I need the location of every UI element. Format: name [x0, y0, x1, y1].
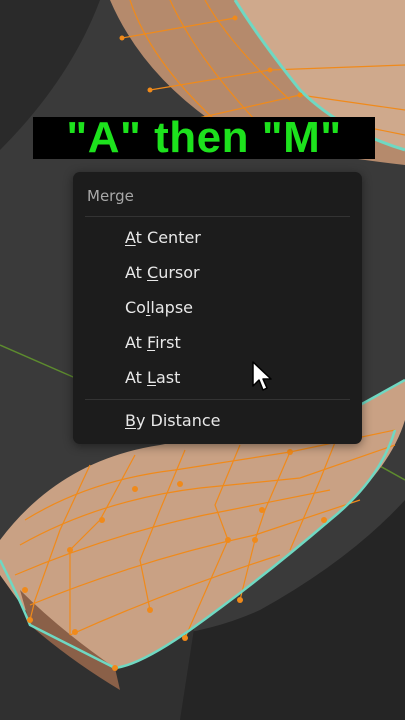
item-text: ursor [158, 263, 200, 282]
item-hotkey: C [147, 263, 159, 282]
item-text: lapse [150, 298, 194, 317]
menu-item-at-last[interactable]: At Last [125, 368, 180, 388]
item-hotkey: A [125, 228, 136, 247]
item-text: y Distance [135, 411, 221, 430]
item-text: Co [125, 298, 146, 317]
menu-item-at-first[interactable]: At First [125, 333, 181, 353]
item-text: irst [155, 333, 181, 352]
item-text: At [125, 333, 148, 352]
item-text: ast [155, 368, 181, 387]
menu-item-at-cursor[interactable]: At Cursor [125, 263, 200, 283]
item-hotkey: L [147, 368, 156, 387]
item-hotkey: F [147, 333, 156, 352]
item-text: At [125, 263, 148, 282]
item-text: t Center [135, 228, 201, 247]
menu-separator [85, 399, 350, 400]
item-hotkey: B [125, 411, 136, 430]
shortcut-caption: "A" then "M" [33, 116, 375, 160]
menu-item-collapse[interactable]: Collapse [125, 298, 193, 318]
menu-item-by-distance[interactable]: By Distance [125, 411, 221, 431]
menu-separator [85, 216, 350, 217]
menu-title: Merge [87, 187, 134, 205]
arrow-cursor-icon [252, 361, 272, 391]
item-text: At [125, 368, 148, 387]
menu-item-at-center[interactable]: At Center [125, 228, 201, 248]
merge-menu: Merge At Center At Cursor Collapse At Fi… [73, 172, 362, 444]
